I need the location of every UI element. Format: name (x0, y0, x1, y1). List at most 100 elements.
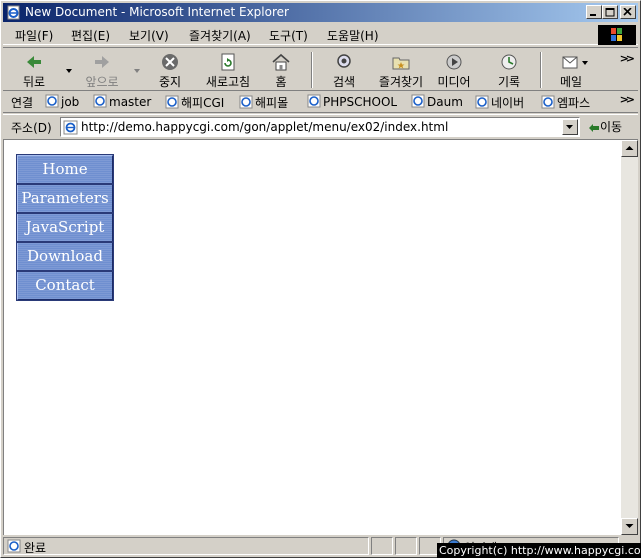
back-button[interactable]: 뒤로 (9, 52, 59, 90)
browser-window: New Document - Microsoft Internet Explor… (0, 0, 641, 558)
links-bar: 연결 job master 해피CGI 해피몰 PHPSCHOOL Daum 네… (3, 91, 638, 113)
media-button[interactable]: 미디어 (429, 52, 479, 90)
menu-view[interactable]: 보기(V) (129, 27, 169, 44)
maximize-button[interactable] (602, 5, 618, 19)
history-button[interactable]: 기록 (484, 52, 534, 90)
link-master-label: master (109, 95, 152, 109)
home-label: 홈 (275, 75, 287, 89)
page-content: Home Parameters JavaScript Download Cont… (3, 139, 638, 535)
go-label: 이동 (600, 120, 623, 134)
link-daum-label: Daum (427, 95, 463, 109)
menu-button-contact[interactable]: Contact (16, 270, 114, 301)
address-label: 주소(D) (11, 121, 52, 135)
chevron-down-icon (566, 125, 573, 129)
menu-tools[interactable]: 도구(T) (269, 27, 308, 44)
home-button[interactable]: 홈 (256, 52, 306, 90)
home-icon (272, 53, 290, 71)
link-happymall[interactable]: 해피몰 (239, 94, 288, 111)
close-icon (623, 8, 632, 16)
toolbar-separator (540, 52, 542, 88)
stop-label: 중지 (158, 75, 182, 89)
refresh-icon (221, 53, 235, 71)
menu-file[interactable]: 파일(F) (15, 27, 53, 44)
arrow-up-icon (625, 146, 634, 150)
link-empas[interactable]: 엠파스 (541, 94, 590, 111)
toolbar-separator (311, 52, 313, 88)
menu-help[interactable]: 도움말(H) (327, 27, 379, 44)
window-title: New Document - Microsoft Internet Explor… (25, 5, 289, 19)
forward-button[interactable]: 앞으로 (77, 52, 127, 90)
address-input[interactable]: http://demo.happycgi.com/gon/applet/menu… (60, 117, 580, 137)
arrow-down-icon (625, 524, 634, 528)
ie-link-icon (239, 95, 253, 109)
search-button[interactable]: 검색 (319, 52, 369, 90)
links-label: 연결 (11, 96, 34, 110)
windows-logo-icon (598, 25, 636, 45)
ie-page-icon (63, 120, 78, 135)
forward-arrow-icon (95, 56, 109, 68)
menu-button-javascript[interactable]: JavaScript (16, 212, 114, 243)
links-overflow-icon[interactable]: >> (620, 93, 636, 106)
ie-link-icon (45, 94, 59, 108)
menu-button-download[interactable]: Download (16, 241, 114, 272)
ie-link-icon (93, 94, 107, 108)
link-job-label: job (61, 95, 80, 109)
forward-dropdown-icon[interactable] (133, 68, 141, 74)
back-dropdown-icon[interactable] (65, 68, 73, 74)
ie-link-icon (411, 94, 425, 108)
link-job[interactable]: job (45, 94, 79, 109)
close-button[interactable] (620, 5, 636, 19)
status-cell (371, 537, 393, 555)
mail-label: 메일 (559, 75, 583, 89)
forward-label: 앞으로 (85, 75, 119, 89)
status-cell (395, 537, 417, 555)
address-url: http://demo.happycgi.com/gon/applet/menu… (81, 120, 449, 134)
menu-button-home[interactable]: Home (16, 154, 114, 185)
stop-icon (162, 54, 178, 70)
link-daum[interactable]: Daum (411, 94, 463, 109)
menu-button-parameters[interactable]: Parameters (16, 183, 114, 214)
address-dropdown-button[interactable] (562, 119, 578, 135)
link-master[interactable]: master (93, 94, 151, 109)
title-bar: New Document - Microsoft Internet Explor… (3, 3, 638, 22)
menu-edit[interactable]: 편집(E) (71, 27, 110, 44)
link-naver[interactable]: 네이버 (475, 94, 524, 111)
copyright-banner: Copyright(c) http://www.happycgi.com (437, 543, 641, 558)
link-happycgi-label: 해피CGI (181, 96, 225, 110)
applet-menu: Home Parameters JavaScript Download Cont… (16, 154, 114, 301)
refresh-button[interactable]: 새로고침 (200, 52, 256, 90)
minimize-button[interactable] (586, 5, 602, 19)
favorites-button[interactable]: 즐겨찾기 (372, 52, 430, 90)
history-label: 기록 (497, 75, 521, 89)
favorites-label: 즐겨찾기 (378, 75, 424, 89)
history-icon (501, 54, 517, 70)
ie-link-icon (165, 95, 179, 109)
back-arrow-icon (27, 56, 41, 68)
ie-link-icon (307, 94, 321, 108)
favorites-folder-icon (392, 57, 410, 70)
maximize-icon (605, 8, 615, 17)
toolbar-overflow-icon[interactable]: >> (620, 52, 636, 65)
link-phpschool[interactable]: PHPSCHOOL (307, 94, 397, 109)
search-label: 검색 (332, 75, 356, 89)
link-empas-label: 엠파스 (557, 96, 591, 110)
mail-icon (562, 56, 578, 69)
vertical-scrollbar[interactable] (621, 140, 638, 535)
mail-dropdown-icon[interactable] (581, 60, 589, 66)
stop-button[interactable]: 중지 (145, 52, 195, 90)
go-button[interactable]: 이동 (588, 118, 622, 135)
mail-button[interactable]: 메일 (546, 52, 596, 90)
scroll-down-button[interactable] (621, 518, 638, 535)
link-phpschool-label: PHPSCHOOL (323, 95, 398, 109)
link-happymall-label: 해피몰 (255, 96, 289, 110)
go-arrow-icon (589, 124, 599, 132)
back-label: 뒤로 (22, 75, 46, 89)
search-icon (337, 54, 351, 68)
standard-toolbar: 뒤로 앞으로 중지 새로고침 홈 검색 즐겨찾기 미디어 기록 메일 >> (3, 47, 638, 91)
refresh-label: 새로고침 (205, 75, 251, 89)
link-happycgi[interactable]: 해피CGI (165, 94, 224, 111)
menu-favorites[interactable]: 즐겨찾기(A) (189, 27, 251, 44)
ie-page-icon (7, 539, 21, 553)
link-naver-label: 네이버 (491, 96, 525, 110)
scroll-up-button[interactable] (621, 140, 638, 157)
